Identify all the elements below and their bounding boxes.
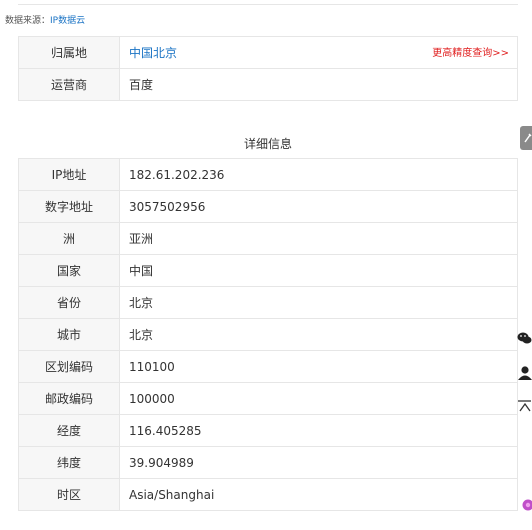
row-key: 归属地 [18, 36, 120, 69]
row-value-cell: 中国北京 更高精度查询>> [119, 36, 518, 69]
data-source-label: 数据来源： [5, 16, 51, 26]
row-key: 运营商 [18, 68, 120, 101]
table-row: IP地址 182.61.202.236 [18, 158, 518, 191]
float-badge[interactable] [517, 497, 532, 513]
table-row: 区划编码 110100 [18, 350, 518, 383]
row-value: 亚洲 [119, 222, 518, 255]
detail-heading: 详细信息 [243, 137, 292, 151]
table-row: 经度 116.405285 [18, 414, 518, 447]
tool-button[interactable] [520, 126, 532, 150]
row-key: IP地址 [18, 158, 120, 191]
row-value: 中国 [119, 254, 518, 287]
row-key: 时区 [18, 478, 120, 511]
row-value: 百度 [119, 68, 518, 101]
user-button[interactable] [517, 365, 532, 381]
table-row: 国家 中国 [18, 254, 518, 287]
row-value: 110100 [119, 350, 518, 383]
tool-icon [524, 133, 532, 143]
table-row: 城市 北京 [18, 318, 518, 351]
row-value: 100000 [119, 382, 518, 415]
row-value: 北京 [119, 318, 518, 351]
float-badge-icon [522, 499, 532, 511]
data-source-line: 数据来源：IP数据云 [5, 13, 85, 26]
row-value: 182.61.202.236 [119, 158, 518, 191]
table-row: 省份 北京 [18, 286, 518, 319]
wechat-button[interactable] [517, 331, 532, 345]
table-row: 数字地址 3057502956 [18, 190, 518, 223]
row-value: 3057502956 [119, 190, 518, 223]
location-table: 归属地 中国北京 更高精度查询>> 运营商 百度 [18, 36, 518, 101]
row-key: 国家 [18, 254, 120, 287]
row-key: 省份 [18, 286, 120, 319]
back-to-top-icon [518, 400, 531, 412]
location-value-link[interactable]: 中国北京 [129, 46, 177, 60]
table-row: 归属地 中国北京 更高精度查询>> [18, 36, 518, 69]
table-row: 邮政编码 100000 [18, 382, 518, 415]
row-value: 39.904989 [119, 446, 518, 479]
row-key: 城市 [18, 318, 120, 351]
back-to-top-button[interactable] [517, 399, 532, 413]
row-value: 116.405285 [119, 414, 518, 447]
row-key: 经度 [18, 414, 120, 447]
row-key: 纬度 [18, 446, 120, 479]
row-key: 洲 [18, 222, 120, 255]
user-icon [518, 366, 532, 380]
table-row: 纬度 39.904989 [18, 446, 518, 479]
data-source-link[interactable]: IP数据云 [50, 16, 85, 26]
detail-table: IP地址 182.61.202.236 数字地址 3057502956 洲亚洲 国家… [18, 158, 518, 511]
row-key: 数字地址 [18, 190, 120, 223]
table-row: 运营商 百度 [18, 68, 518, 101]
row-value: Asia/Shanghai [119, 478, 518, 511]
table-row: 洲亚洲 [18, 222, 518, 255]
table-row: 时区 Asia/Shanghai [18, 478, 518, 511]
top-divider [18, 0, 518, 5]
wechat-icon [517, 332, 532, 344]
row-value: 北京 [119, 286, 518, 319]
row-key: 邮政编码 [18, 382, 120, 415]
row-key: 区划编码 [18, 350, 120, 383]
higher-precision-link[interactable]: 更高精度查询>> [432, 44, 509, 59]
